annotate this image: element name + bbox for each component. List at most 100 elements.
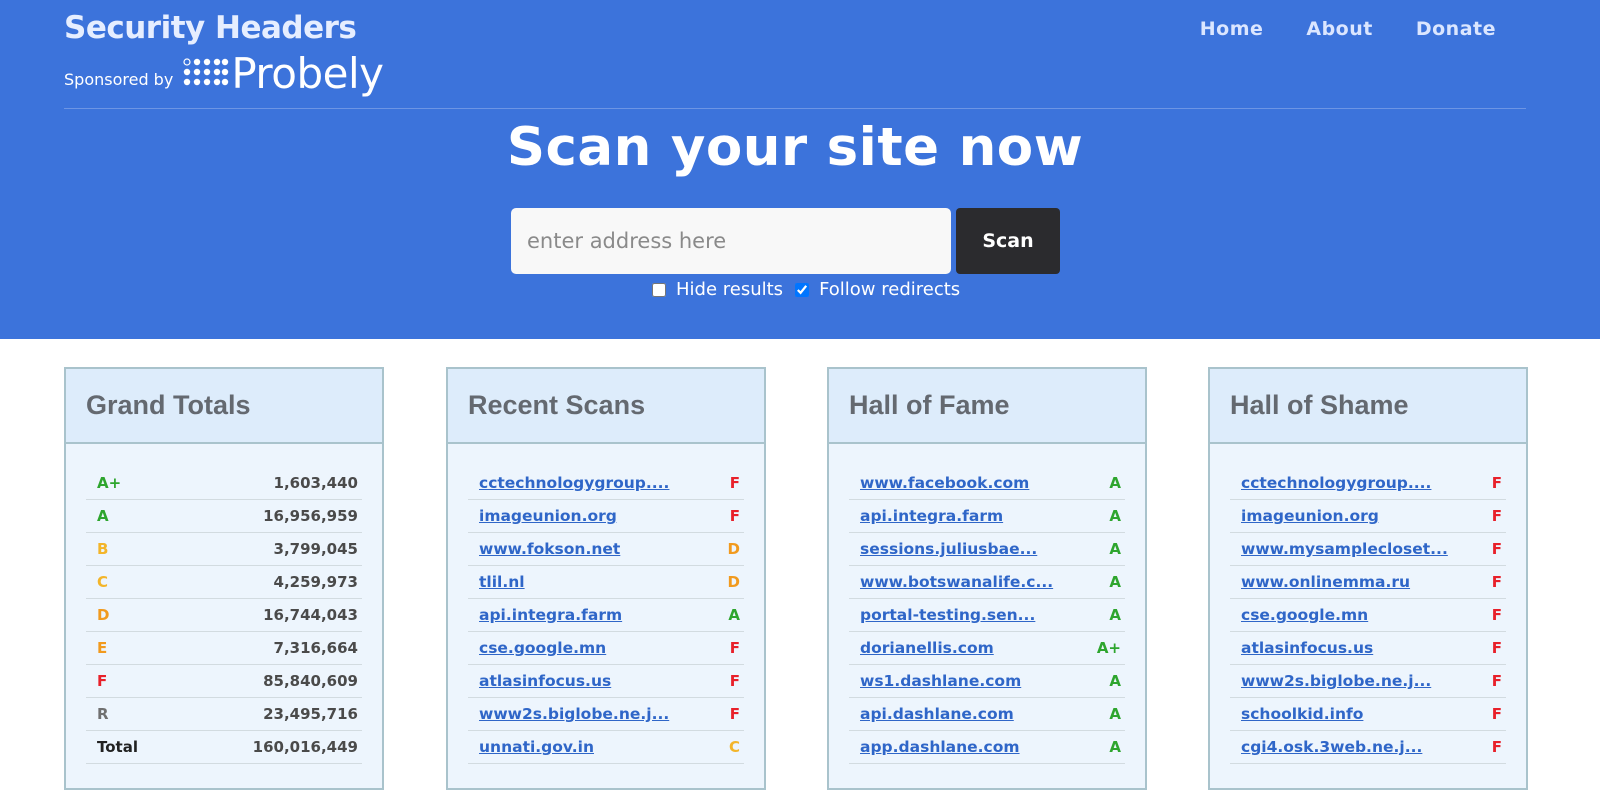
site-link[interactable]: portal-testing.sen... (860, 606, 1035, 624)
site-link[interactable]: tlil.nl (479, 573, 525, 591)
list-item: cgi4.osk.3web.ne.j... F (1230, 731, 1506, 764)
probely-wordmark: Probely (231, 49, 384, 98)
totals-row: D 16,744,043 (86, 599, 362, 632)
grade-label: F (97, 672, 108, 690)
site-link[interactable]: www.fokson.net (479, 540, 620, 558)
site-link[interactable]: unnati.gov.in (479, 738, 594, 756)
list-item: www.mysamplecloset... F (1230, 533, 1506, 566)
totals-row: F 85,840,609 (86, 665, 362, 698)
site-link[interactable]: www.mysamplecloset... (1241, 540, 1448, 558)
list-item: cctechnologygroup.... F (1230, 467, 1506, 500)
site-link[interactable]: app.dashlane.com (860, 738, 1020, 756)
grade-label: F (1491, 474, 1502, 492)
scan-button[interactable]: Scan (956, 208, 1060, 274)
list-item: www.fokson.net D (468, 533, 744, 566)
site-link[interactable]: www2s.biglobe.ne.j... (1241, 672, 1431, 690)
site-link[interactable]: sessions.juliusbae... (860, 540, 1037, 558)
site-link[interactable]: api.integra.farm (479, 606, 622, 624)
grade-label: F (1491, 507, 1502, 525)
grade-label: F (1491, 573, 1502, 591)
address-input[interactable] (511, 208, 951, 274)
grand-totals-panel: Grand Totals A+ 1,603,440 A 16,956,959 B 3,79… (64, 367, 384, 790)
grand-totals-title: Grand Totals (86, 390, 251, 420)
list-item: unnati.gov.in C (468, 731, 744, 764)
list-item: imageunion.org F (468, 500, 744, 533)
site-header: Security Headers Sponsored by Probely Ho… (0, 0, 1600, 339)
hide-results-option: Hide results (652, 279, 783, 300)
grade-label: D (727, 573, 740, 591)
grade-label: A (1109, 738, 1121, 756)
grade-label: A (1109, 573, 1121, 591)
grade-label: A+ (97, 474, 122, 492)
follow-redirects-option: Follow redirects (795, 279, 960, 300)
grade-count: 16,744,043 (263, 606, 358, 624)
site-link[interactable]: imageunion.org (479, 507, 617, 525)
site-link[interactable]: dorianellis.com (860, 639, 994, 657)
hall-of-shame-title: Hall of Shame (1230, 390, 1409, 420)
site-link[interactable]: cctechnologygroup.... (1241, 474, 1431, 492)
grade-label: A (1109, 705, 1121, 723)
main-nav: Home About Donate (1157, 18, 1496, 40)
nav-donate[interactable]: Donate (1416, 18, 1496, 40)
list-item: www.facebook.com A (849, 467, 1125, 500)
site-link[interactable]: www.facebook.com (860, 474, 1029, 492)
site-link[interactable]: www.onlinemma.ru (1241, 573, 1410, 591)
sponsored-by-text: Sponsored by (64, 69, 174, 89)
nav-home[interactable]: Home (1200, 18, 1264, 40)
site-link[interactable]: api.integra.farm (860, 507, 1003, 525)
site-link[interactable]: cse.google.mn (1241, 606, 1368, 624)
page-headline: Scan your site now (506, 117, 1084, 178)
sponsor-block[interactable]: Sponsored by Probely (64, 49, 384, 98)
hall-of-shame-panel: Hall of Shame cctechnologygroup.... Fimag… (1208, 367, 1528, 790)
site-link[interactable]: www2s.biglobe.ne.j... (479, 705, 669, 723)
list-item: tlil.nl D (468, 566, 744, 599)
grade-label: F (729, 672, 740, 690)
grade-label: F (1491, 540, 1502, 558)
site-link[interactable]: atlasinfocus.us (1241, 639, 1373, 657)
scan-form: Scan (511, 208, 1060, 274)
recent-scans-list: cctechnologygroup.... Fimageunion.org Fwww… (448, 444, 764, 764)
site-link[interactable]: cse.google.mn (479, 639, 606, 657)
recent-scans-title: Recent Scans (468, 390, 646, 420)
hall-of-fame-list: www.facebook.com Aapi.integra.farm Asessio… (829, 444, 1145, 764)
list-item: api.integra.farm A (468, 599, 744, 632)
grade-label: F (1491, 738, 1502, 756)
grade-label: F (729, 474, 740, 492)
list-item: portal-testing.sen... A (849, 599, 1125, 632)
site-link[interactable]: imageunion.org (1241, 507, 1379, 525)
grade-label: A+ (1096, 639, 1121, 657)
grade-label: A (1109, 540, 1121, 558)
list-item: imageunion.org F (1230, 500, 1506, 533)
list-item: app.dashlane.com A (849, 731, 1125, 764)
list-item: api.integra.farm A (849, 500, 1125, 533)
totals-row-total: Total 160,016,449 (86, 731, 362, 764)
site-title[interactable]: Security Headers (64, 10, 357, 46)
grade-label: B (97, 540, 109, 558)
hide-results-label[interactable]: Hide results (676, 279, 783, 300)
totals-row: E 7,316,664 (86, 632, 362, 665)
hide-results-checkbox[interactable] (652, 282, 666, 297)
site-link[interactable]: www.botswanalife.c... (860, 573, 1053, 591)
grade-label: F (729, 639, 740, 657)
hall-of-shame-header: Hall of Shame (1210, 369, 1526, 444)
probely-logo-icon (183, 58, 229, 86)
grade-label: C (728, 738, 740, 756)
grade-label: F (1491, 672, 1502, 690)
grade-label: A (1109, 672, 1121, 690)
site-link[interactable]: api.dashlane.com (860, 705, 1014, 723)
site-link[interactable]: schoolkid.info (1241, 705, 1363, 723)
follow-redirects-label[interactable]: Follow redirects (819, 279, 960, 300)
site-link[interactable]: ws1.dashlane.com (860, 672, 1021, 690)
scan-options: Hide results Follow redirects (652, 279, 972, 300)
nav-about[interactable]: About (1306, 18, 1372, 40)
grade-label: A (1109, 606, 1121, 624)
site-link[interactable]: cctechnologygroup.... (479, 474, 669, 492)
follow-redirects-checkbox[interactable] (795, 282, 810, 297)
grade-count: 16,956,959 (263, 507, 358, 525)
grade-label: F (729, 705, 740, 723)
grade-count: 3,799,045 (273, 540, 358, 558)
grade-label: F (1491, 639, 1502, 657)
site-link[interactable]: atlasinfocus.us (479, 672, 611, 690)
list-item: api.dashlane.com A (849, 698, 1125, 731)
site-link[interactable]: cgi4.osk.3web.ne.j... (1241, 738, 1422, 756)
